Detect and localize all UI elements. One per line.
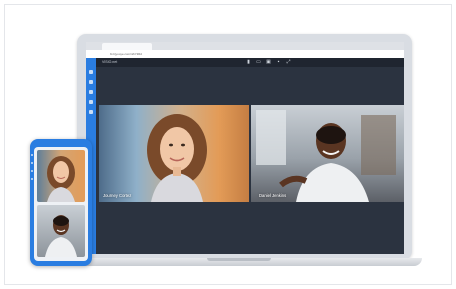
sidebar-item-home[interactable] [89, 70, 93, 74]
phone-screen [34, 147, 88, 261]
app-title: VISIO.net [102, 60, 118, 64]
laptop-notch [207, 258, 271, 261]
sidebar-item-settings[interactable] [89, 110, 93, 114]
settings-icon[interactable]: ▪ [276, 60, 281, 65]
participant-2-name: Daniel Jenkins [259, 193, 287, 198]
sidebar-item-contacts[interactable] [89, 90, 93, 94]
camera-icon[interactable]: ▭ [256, 60, 261, 65]
phone-participant-1-photo [47, 156, 75, 202]
video-tile-participant-1[interactable]: Journey Cortez [99, 105, 249, 202]
phone-video-tile-participant-2[interactable] [37, 205, 85, 257]
participant-1-name: Journey Cortez [103, 193, 132, 198]
address-bar[interactable]: bt.bjyooye.com/4AY3Rd [86, 50, 404, 58]
url-text[interactable]: bt.bjyooye.com/4AY3Rd [110, 51, 310, 57]
app-toolbar: VISIO.net ▮ ▭ ▣ ▪ ⤢ [86, 58, 404, 67]
expand-icon[interactable]: ⤢ [286, 60, 291, 65]
sidebar-item-chat[interactable] [89, 100, 93, 104]
browser-tab-bar [86, 42, 404, 57]
mic-icon[interactable]: ▮ [246, 60, 251, 65]
screen-share-icon[interactable]: ▣ [266, 60, 271, 65]
browser-tab[interactable] [102, 43, 152, 50]
phone-participant-2-photo [45, 215, 77, 257]
laptop-screen: bt.bjyooye.com/4AY3Rd VISIO.net ▮ ▭ ▣ ▪ … [86, 42, 404, 254]
phone-video-tile-participant-1[interactable] [37, 150, 85, 202]
participant-2-photo [256, 110, 396, 202]
participant-1-photo [147, 114, 207, 202]
sidebar-item-meetings[interactable] [89, 80, 93, 84]
video-tile-participant-2[interactable]: Daniel Jenkins [251, 105, 404, 202]
